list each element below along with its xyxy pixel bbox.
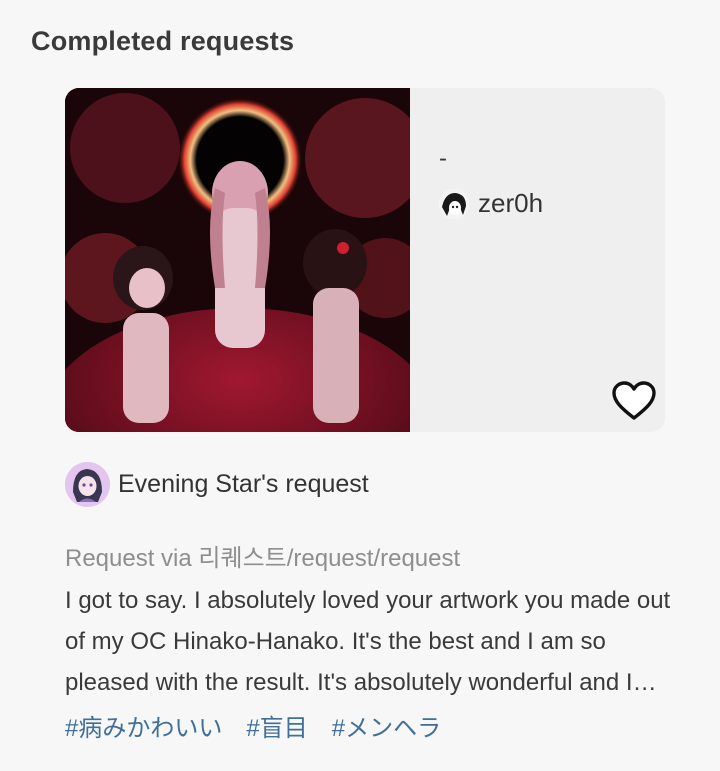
- artwork-card[interactable]: - zer0h: [65, 88, 665, 432]
- section-title: Completed requests: [31, 26, 295, 56]
- artwork-illustration: [65, 88, 410, 432]
- tag-link[interactable]: #病みかわいい: [65, 708, 222, 743]
- artist-avatar-image: [439, 188, 469, 219]
- artist-name[interactable]: zer0h: [478, 188, 543, 219]
- artist-row[interactable]: zer0h: [439, 188, 543, 219]
- like-button[interactable]: [611, 378, 657, 424]
- artwork-info: - zer0h: [439, 144, 543, 219]
- request-source: Request via 리퀘스트/request/request: [65, 545, 461, 572]
- requester-row[interactable]: Evening Star's request: [65, 462, 369, 507]
- tag-link[interactable]: #メンヘラ: [332, 708, 441, 743]
- artwork-title: -: [439, 145, 447, 172]
- requester-avatar[interactable]: [65, 462, 110, 507]
- requester-avatar-image: [65, 462, 110, 507]
- request-message: I got to say. I absolutely loved your ar…: [65, 587, 671, 696]
- heart-icon: [612, 381, 656, 420]
- artwork-image[interactable]: [65, 88, 410, 432]
- artist-avatar[interactable]: [439, 188, 469, 219]
- tag-list: #病みかわいい #盲目 #メンヘラ: [65, 708, 441, 743]
- tag-link[interactable]: #盲目: [246, 708, 307, 743]
- requester-label[interactable]: Evening Star's request: [118, 470, 369, 499]
